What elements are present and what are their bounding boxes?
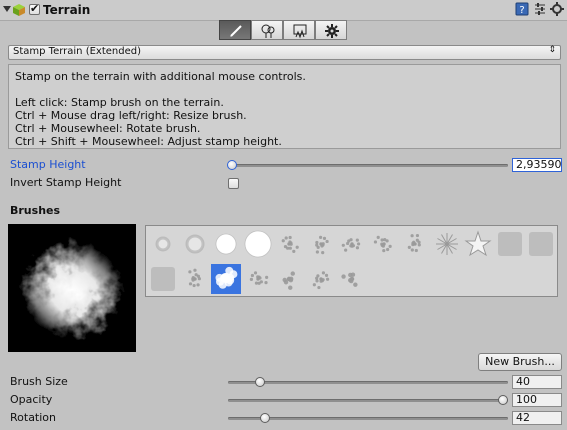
brush-thumbnail[interactable] bbox=[400, 264, 430, 294]
opacity-label: Opacity bbox=[10, 393, 53, 406]
foldout-arrow-icon[interactable] bbox=[3, 6, 11, 12]
brush-thumbnail[interactable] bbox=[180, 264, 210, 294]
component-title: Terrain bbox=[43, 3, 91, 17]
cube-icon bbox=[13, 4, 25, 16]
brush-thumbnail[interactable] bbox=[306, 229, 336, 259]
brush-thumbnail[interactable] bbox=[148, 229, 178, 259]
paint-brush-icon bbox=[230, 25, 242, 37]
rotation-label: Rotation bbox=[10, 411, 57, 424]
tab-place-trees[interactable] bbox=[251, 20, 283, 40]
brush-thumbnail[interactable] bbox=[369, 264, 399, 294]
brush-thumbnail[interactable] bbox=[369, 229, 399, 259]
component-header: Terrain ? bbox=[0, 0, 567, 21]
brush-size-label: Brush Size bbox=[10, 375, 68, 388]
brushes-section-title: Brushes bbox=[10, 204, 61, 217]
svg-text:?: ? bbox=[519, 5, 524, 16]
brush-thumbnail[interactable] bbox=[495, 229, 525, 259]
stamp-height-track[interactable] bbox=[230, 164, 508, 167]
brush-thumbnail[interactable] bbox=[243, 264, 273, 294]
help-book-icon[interactable]: ? bbox=[515, 2, 529, 16]
brush-thumbnail[interactable] bbox=[274, 264, 304, 294]
brush-thumbnail[interactable] bbox=[337, 229, 367, 259]
brush-size-track[interactable] bbox=[228, 381, 508, 384]
brush-thumbnail[interactable] bbox=[211, 264, 241, 294]
brush-thumbnail[interactable] bbox=[463, 229, 493, 259]
brush-thumbnail[interactable] bbox=[274, 229, 304, 259]
tab-paint-terrain[interactable] bbox=[219, 20, 251, 40]
gear-icon[interactable] bbox=[550, 2, 564, 16]
tab-paint-details[interactable] bbox=[283, 20, 315, 40]
opacity-slider-thumb[interactable] bbox=[498, 395, 508, 405]
brush-thumbnail[interactable] bbox=[432, 264, 462, 294]
brush-thumbnail[interactable] bbox=[306, 264, 336, 294]
brush-thumbnail[interactable] bbox=[148, 264, 178, 294]
invert-stamp-height-label: Invert Stamp Height bbox=[10, 176, 122, 189]
brush-grid[interactable] bbox=[145, 225, 558, 297]
brush-size-slider-thumb[interactable] bbox=[255, 377, 265, 387]
settings-gear-icon bbox=[325, 24, 339, 38]
opacity-field[interactable]: 100 bbox=[512, 393, 562, 407]
brush-thumbnail[interactable] bbox=[526, 229, 556, 259]
stamp-height-label: Stamp Height bbox=[10, 158, 86, 171]
help-line: Left click: Stamp brush on the terrain. bbox=[15, 96, 224, 109]
help-line: Ctrl + Shift + Mousewheel: Adjust stamp … bbox=[15, 135, 282, 148]
brush-thumbnail[interactable] bbox=[180, 229, 210, 259]
tool-select-dropdown[interactable]: Stamp Terrain (Extended) ⇕ bbox=[8, 45, 561, 60]
enabled-checkbox[interactable] bbox=[29, 2, 40, 15]
brush-thumbnail[interactable] bbox=[463, 264, 493, 294]
brush-thumbnail[interactable] bbox=[400, 229, 430, 259]
rotation-field[interactable]: 42 bbox=[512, 411, 562, 425]
help-line: Ctrl + Mousewheel: Rotate brush. bbox=[15, 122, 201, 135]
rotation-slider-thumb[interactable] bbox=[260, 413, 271, 423]
help-box: Stamp on the terrain with additional mou… bbox=[8, 64, 561, 149]
brush-thumbnail[interactable] bbox=[211, 229, 241, 259]
brush-size-field[interactable]: 40 bbox=[512, 375, 562, 389]
tree-icon bbox=[261, 24, 275, 38]
invert-stamp-height-checkbox[interactable] bbox=[228, 178, 239, 189]
tab-terrain-settings[interactable] bbox=[315, 20, 347, 40]
opacity-track[interactable] bbox=[228, 399, 508, 402]
stamp-height-slider-thumb[interactable] bbox=[227, 160, 237, 170]
brush-thumbnail[interactable] bbox=[432, 229, 462, 259]
stamp-height-field[interactable]: 2,93590 bbox=[512, 158, 562, 172]
dropdown-arrows-icon: ⇕ bbox=[548, 45, 556, 55]
brush-thumbnail[interactable] bbox=[243, 229, 273, 259]
help-line: Ctrl + Mouse drag left/right: Resize bru… bbox=[15, 109, 247, 122]
help-line: Stamp on the terrain with additional mou… bbox=[15, 70, 306, 83]
preset-sliders-icon[interactable] bbox=[533, 2, 547, 16]
brush-preview bbox=[8, 224, 136, 352]
details-icon bbox=[293, 24, 307, 39]
new-brush-button[interactable]: New Brush... bbox=[478, 353, 562, 371]
tool-select-value: Stamp Terrain (Extended) bbox=[13, 46, 141, 57]
brush-thumbnail[interactable] bbox=[337, 264, 367, 294]
